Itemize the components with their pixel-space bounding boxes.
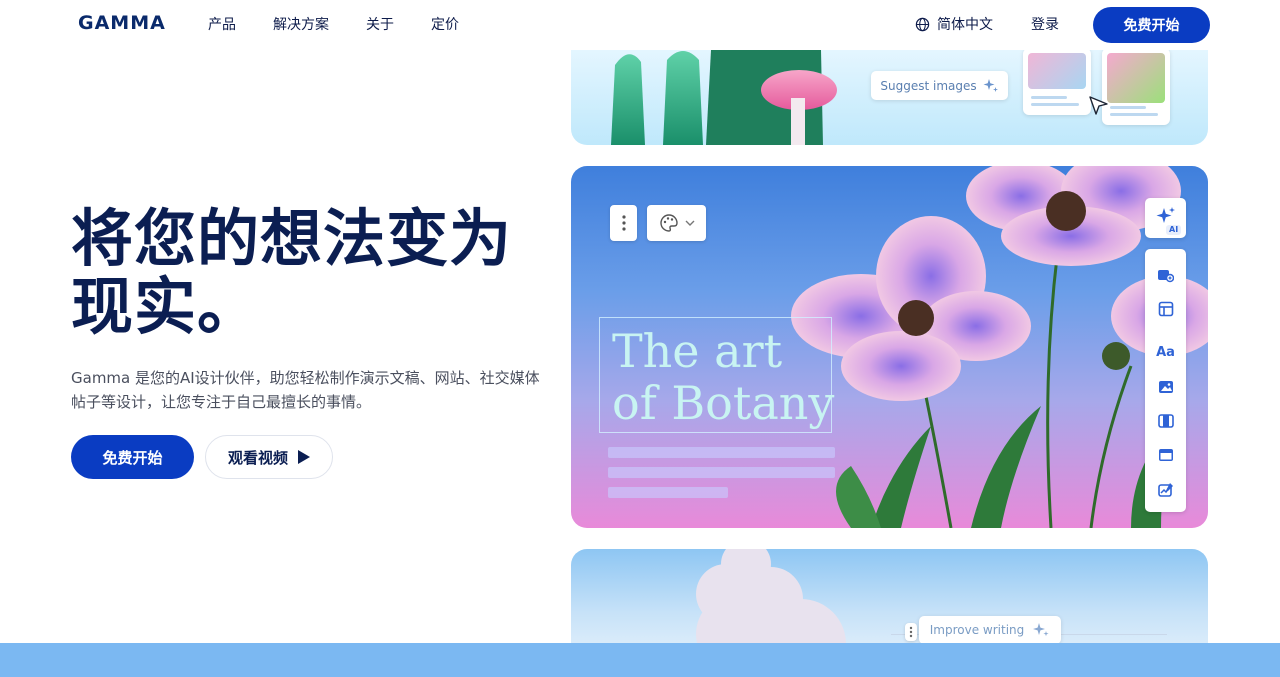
hero-subtitle: Gamma 是您的AI设计伙伴，助您轻松制作演示文稿、网站、社交媒体帖子等设计，… (71, 369, 540, 411)
image-tool[interactable] (1157, 378, 1174, 395)
cursor-icon (1089, 96, 1108, 115)
menu-item-pricing[interactable]: 定价 (431, 14, 459, 34)
menu-item-about[interactable]: 关于 (366, 14, 394, 34)
add-card-icon (1158, 270, 1174, 283)
window-icon (1158, 448, 1173, 461)
globe-icon (915, 17, 930, 31)
suggest-images-label: Suggest images (880, 78, 977, 93)
language-selector[interactable]: 简体中文 (915, 14, 993, 34)
more-options-button[interactable] (905, 623, 917, 641)
top-nav: GAMMA 产品 解决方案 关于 定价 简体中文 登录 免费开始 (0, 0, 1280, 50)
kebab-icon (621, 215, 626, 231)
image-icon (1158, 380, 1173, 393)
chevron-down-icon (685, 220, 694, 226)
watch-video-button[interactable]: 观看视频 (205, 435, 333, 479)
placeholder-line (608, 467, 835, 478)
gamma-logo[interactable]: GAMMA (78, 12, 166, 34)
improve-writing-chip[interactable]: Improve writing (919, 616, 1061, 644)
chart-edit-tool[interactable] (1157, 481, 1174, 498)
hero-title-line1: 将您的想法变为 (71, 202, 513, 275)
more-options-button[interactable] (610, 205, 637, 241)
sparkle-icon (1033, 623, 1049, 637)
add-card-tool[interactable] (1157, 266, 1174, 283)
ai-assistant-button[interactable]: AI (1145, 198, 1186, 238)
layout-tool[interactable] (1157, 300, 1174, 317)
main-menu: 产品 解决方案 关于 定价 (208, 14, 459, 34)
menu-item-products[interactable]: 产品 (208, 14, 236, 34)
language-label: 简体中文 (937, 17, 993, 33)
botany-title-line2: of Botany (612, 376, 835, 430)
menu-item-solutions[interactable]: 解决方案 (273, 14, 329, 34)
palette-icon (659, 214, 678, 232)
suggest-images-chip[interactable]: Suggest images (871, 71, 1008, 100)
video-tool[interactable] (1157, 412, 1174, 429)
editor-side-toolbar: Aa (1145, 249, 1186, 512)
typography-tool[interactable]: Aa (1156, 344, 1175, 361)
watch-video-label: 观看视频 (227, 448, 288, 467)
start-free-button[interactable]: 免费开始 (71, 435, 194, 479)
signup-button[interactable]: 免费开始 (1093, 7, 1210, 43)
footer-strip (0, 643, 1280, 677)
hero-title: 将您的想法变为 现实。 (71, 205, 541, 341)
image-thumbnail-2[interactable] (1102, 50, 1170, 125)
placeholder-line (608, 447, 835, 458)
film-icon (1157, 413, 1174, 428)
preview-card-botany: The art of Botany (571, 166, 1208, 528)
play-icon (298, 450, 310, 464)
botany-title[interactable]: The art of Botany (612, 325, 834, 429)
kebab-icon (909, 626, 913, 638)
layout-icon (1158, 301, 1173, 316)
theme-picker-button[interactable] (647, 205, 706, 241)
sparkle-icon (983, 78, 998, 92)
improve-writing-label: Improve writing (929, 623, 1025, 637)
login-link[interactable]: 登录 (1031, 14, 1059, 34)
preview-card-top: Suggest images (571, 50, 1208, 145)
hero-title-line2: 现实。 (71, 270, 261, 343)
chart-edit-icon (1157, 482, 1173, 497)
placeholder-line (608, 487, 728, 498)
image-thumbnail-1[interactable] (1023, 50, 1091, 115)
ai-badge: AI (1166, 225, 1182, 235)
botany-title-line1: The art (612, 324, 783, 378)
embed-tool[interactable] (1157, 446, 1174, 463)
